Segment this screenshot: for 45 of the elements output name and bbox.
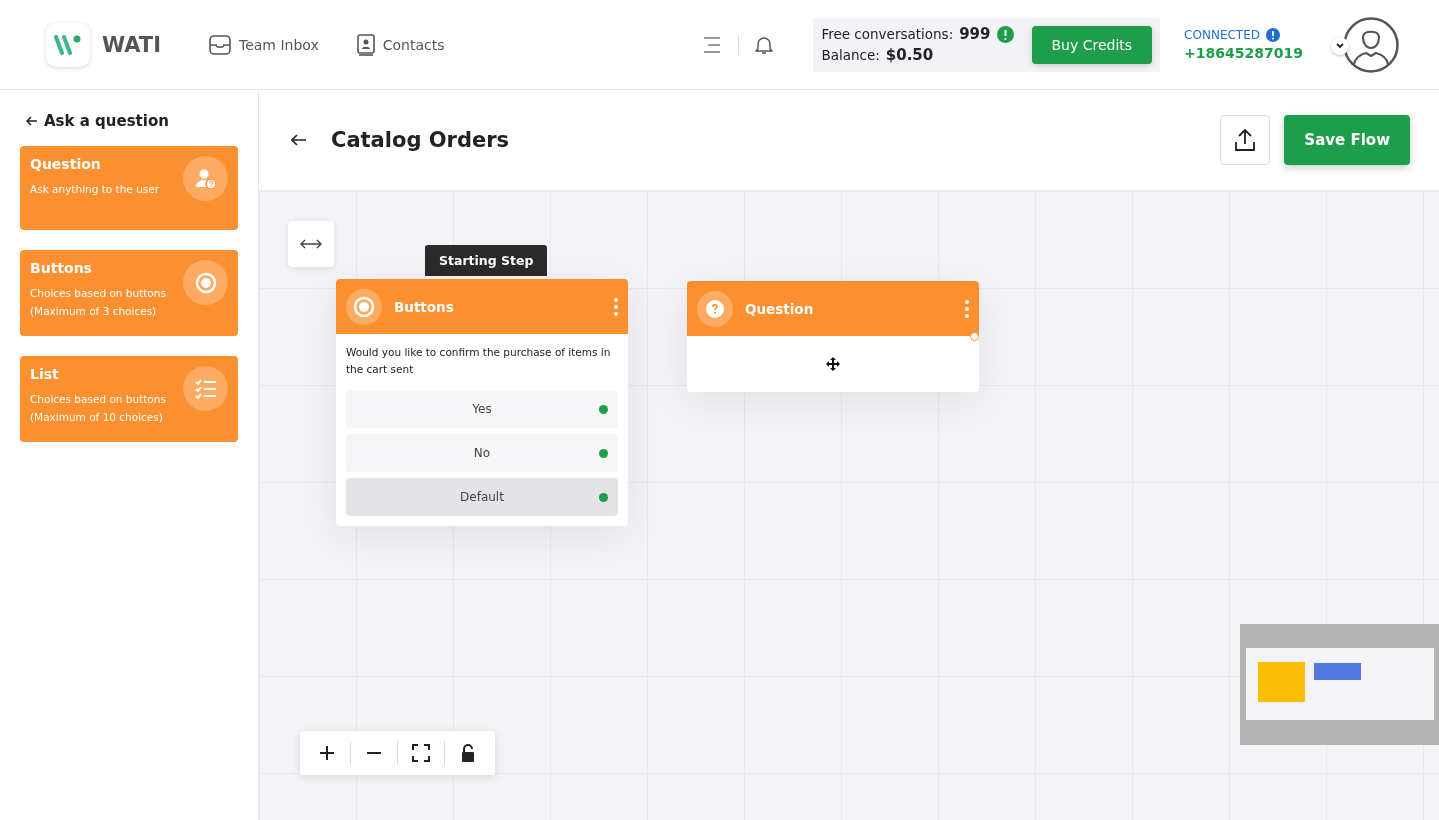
balance-label: Balance:: [821, 45, 880, 65]
card-description: Choices based on buttons (Maximum of 10 choices): [30, 392, 167, 425]
node-message: Would you like to confirm the purchase of items in the cart sent: [346, 345, 612, 377]
back-link[interactable]: Ask a question: [20, 110, 238, 132]
free-conversations-value: 999: [959, 23, 991, 45]
user-question-icon: [194, 167, 217, 190]
dropdown-chevron-icon[interactable]: [1331, 36, 1349, 55]
upload-icon: [1234, 128, 1257, 152]
nav-link[interactable]: Team Inbox: [205, 30, 323, 59]
nav-link[interactable]: Contacts: [352, 29, 449, 60]
card-description: Choices based on buttons (Maximum of 3 choices): [30, 286, 167, 319]
flow-node[interactable]: Buttons Would you like to confirm the purchase of items in the cart sent Yes No Default: [336, 279, 628, 526]
back-arrow-icon[interactable]: [26, 116, 38, 126]
menu-icon[interactable]: [702, 35, 723, 54]
info-icon[interactable]: [996, 25, 1014, 43]
starting-step-tag: Starting Step: [425, 245, 548, 276]
choice-button[interactable]: Yes: [346, 390, 618, 428]
card-title: Question: [30, 156, 102, 172]
page-title: Catalog Orders: [331, 128, 510, 152]
phone-number: +18645287019: [1184, 45, 1303, 61]
node-title: Buttons: [394, 298, 455, 315]
expand-horizontal-icon[interactable]: [288, 221, 334, 267]
card-description: Ask anything to the user: [30, 182, 161, 197]
checklist-icon: [194, 378, 217, 399]
connection-status: CONNECTED: [1184, 28, 1260, 42]
contact-book-icon: [356, 33, 375, 56]
brand-name: WATI: [102, 32, 161, 57]
choice-button[interactable]: Default: [346, 478, 618, 516]
minimap-drawing[interactable]: [1240, 624, 1439, 745]
radio-icon: [353, 295, 375, 318]
info-icon[interactable]: [1266, 28, 1280, 42]
choice-button[interactable]: No: [346, 434, 618, 472]
avatar-icon[interactable]: [1343, 16, 1399, 73]
node-title: Question: [745, 300, 815, 317]
back-arrow-icon[interactable]: [291, 134, 307, 146]
move-cursor-icon: [826, 357, 840, 371]
bell-icon[interactable]: [755, 34, 774, 55]
inbox-icon: [209, 34, 231, 55]
card-title: List: [30, 366, 60, 382]
radio-icon: [194, 271, 217, 294]
free-conversations-label: Free conversations:: [821, 24, 954, 44]
question-icon: [705, 298, 725, 319]
upload-button[interactable]: [1220, 115, 1271, 165]
balance-value: $0.50: [885, 44, 934, 66]
card-title: Buttons: [30, 260, 93, 276]
